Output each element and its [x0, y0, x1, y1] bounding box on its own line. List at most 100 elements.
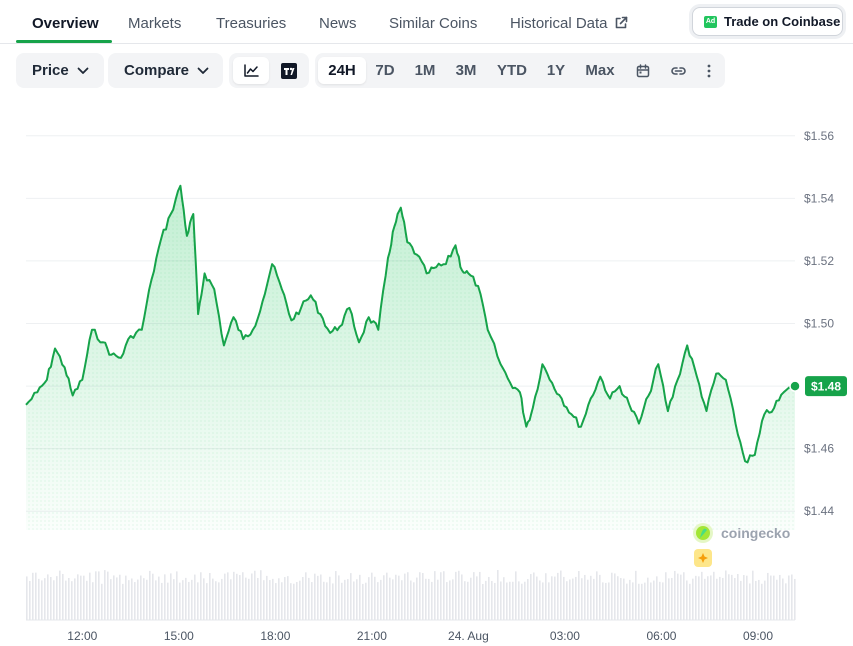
volume-bar — [290, 583, 292, 620]
x-tick-label: 09:00 — [743, 629, 773, 643]
volume-bar — [713, 571, 715, 620]
range-max[interactable]: Max — [580, 57, 620, 84]
volume-bar — [647, 577, 649, 620]
volume-bar — [155, 580, 157, 620]
volume-bar — [548, 582, 550, 620]
range-selector: 24H 7D 1M 3M YTD 1Y Max — [315, 53, 725, 88]
tab-treasuries[interactable]: Treasuries — [216, 15, 286, 32]
line-chart-icon — [243, 64, 259, 77]
volume-bar — [443, 571, 445, 620]
volume-bar — [377, 582, 379, 620]
volume-bar — [542, 582, 544, 620]
volume-bar — [47, 574, 49, 620]
volume-bar — [215, 581, 217, 620]
volume-bar — [299, 580, 301, 620]
volume-bar — [746, 575, 748, 620]
volume-bar — [83, 575, 85, 620]
volume-bar — [35, 572, 37, 620]
volume-bar — [176, 571, 178, 620]
volume-bar — [725, 570, 727, 620]
volume-bar — [449, 580, 451, 620]
range-3m[interactable]: 3M — [450, 57, 482, 84]
volume-bar — [665, 572, 667, 620]
volume-bar — [437, 579, 439, 620]
range-1y[interactable]: 1Y — [542, 57, 570, 84]
line-chart-button[interactable] — [233, 57, 269, 84]
x-tick-label: 15:00 — [164, 629, 194, 643]
volume-bar — [128, 580, 130, 620]
price-dropdown[interactable]: Price — [16, 53, 104, 88]
volume-bar — [470, 577, 472, 620]
volume-bar — [428, 578, 430, 620]
range-1m[interactable]: 1M — [410, 57, 440, 84]
date-range-button[interactable] — [630, 57, 656, 84]
volume-bar — [710, 575, 712, 620]
volume-bar — [341, 582, 343, 620]
volume-bar — [419, 572, 421, 620]
tab-similar-coins[interactable]: Similar Coins — [389, 15, 477, 32]
volume-bar — [416, 577, 418, 620]
volume-bar — [41, 580, 43, 620]
volume-bar — [578, 571, 580, 620]
volume-bar — [761, 583, 763, 620]
volume-bar — [278, 578, 280, 620]
volume-bar — [791, 574, 793, 620]
volume-bar — [125, 575, 127, 620]
volume-bar — [266, 575, 268, 620]
volume-bar — [230, 579, 232, 620]
tab-historical-data[interactable]: Historical Data — [510, 15, 628, 32]
volume-bar — [143, 578, 145, 620]
volume-bar — [95, 571, 97, 620]
volume-bar — [209, 572, 211, 620]
range-24h[interactable]: 24H — [318, 57, 366, 84]
volume-bar — [722, 577, 724, 620]
last-price-label: $1.48 — [811, 380, 841, 394]
volume-bar — [146, 579, 148, 620]
tradingview-icon — [281, 62, 297, 79]
last-price-marker: $1.48 — [789, 376, 847, 397]
volume-bar — [134, 582, 136, 620]
volume-bar — [140, 575, 142, 620]
volume-bar — [497, 570, 499, 620]
volume-bar — [788, 575, 790, 620]
volume-bar — [557, 572, 559, 620]
volume-bar — [401, 580, 403, 620]
volume-bar — [413, 582, 415, 620]
price-chart[interactable]: $1.56 $1.54 $1.52 $1.50 $1.46 $1.44 12:00 15:0… — [0, 100, 853, 646]
volume-bar — [521, 583, 523, 620]
volume-bar — [59, 570, 61, 620]
compare-dropdown[interactable]: Compare — [108, 53, 223, 88]
volume-bar — [575, 576, 577, 620]
tradingview-button[interactable] — [273, 57, 305, 84]
volume-bar — [758, 579, 760, 620]
volume-bar — [161, 582, 163, 620]
volume-bar — [551, 576, 553, 620]
volume-bar — [194, 574, 196, 620]
volume-bar — [368, 577, 370, 620]
tab-markets[interactable]: Markets — [128, 15, 181, 32]
volume-bar — [26, 576, 28, 620]
tab-overview[interactable]: Overview — [32, 15, 99, 32]
volume-bar — [524, 581, 526, 620]
compare-dropdown-label: Compare — [124, 62, 190, 79]
range-7d[interactable]: 7D — [370, 57, 400, 84]
tab-news[interactable]: News — [319, 15, 357, 32]
trade-on-coinbase-button[interactable]: Ad Trade on Coinbase — [692, 7, 843, 36]
volume-bar — [38, 578, 40, 620]
volume-bar — [149, 570, 151, 620]
volume-bar — [260, 570, 262, 620]
volume-bar — [122, 583, 124, 620]
volume-bar — [206, 583, 208, 620]
volume-bar — [641, 583, 643, 620]
share-link-button[interactable] — [665, 57, 691, 84]
volume-bar — [452, 579, 454, 620]
volume-bar — [545, 573, 547, 620]
volume-bar — [110, 579, 112, 620]
more-options-button[interactable] — [699, 57, 719, 84]
volume-bar — [221, 578, 223, 620]
volume-bar — [563, 576, 565, 620]
volume-bar — [668, 578, 670, 620]
volume-bar — [617, 576, 619, 620]
range-ytd[interactable]: YTD — [492, 57, 532, 84]
volume-bar — [212, 578, 214, 620]
